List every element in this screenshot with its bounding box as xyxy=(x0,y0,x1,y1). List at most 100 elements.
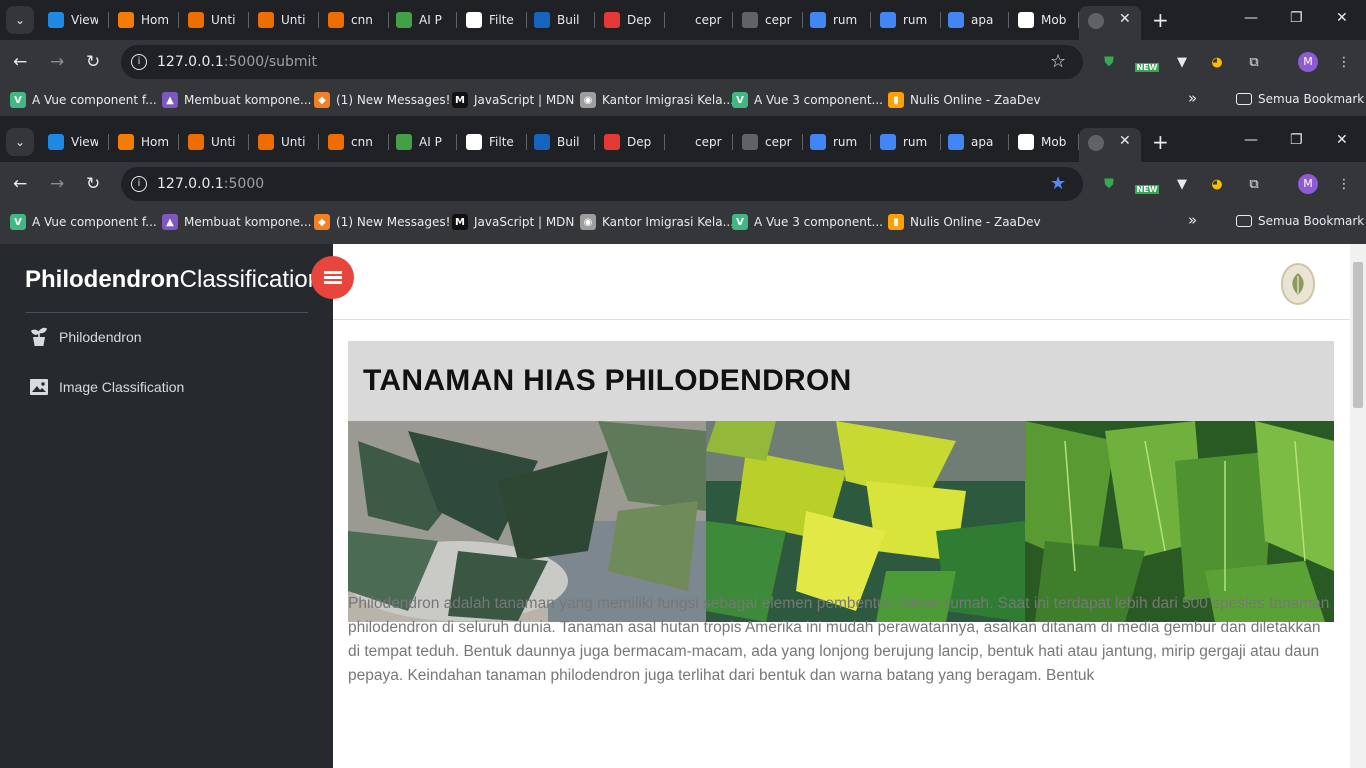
bookmark-item[interactable]: ▮ Nulis Online - ZaaDev xyxy=(888,214,1041,230)
bookmark-item[interactable]: V A Vue 3 component... xyxy=(732,214,883,230)
tab-item[interactable]: View xyxy=(48,8,98,32)
tab-item[interactable]: cnn xyxy=(328,130,378,154)
back-icon[interactable]: ← xyxy=(13,174,27,194)
restore-button[interactable]: ❐ xyxy=(1290,132,1303,148)
bookmark-item[interactable]: ◆ (1) New Messages! xyxy=(314,92,450,108)
bookmarks-overflow-button[interactable]: » xyxy=(1188,211,1197,229)
tab-item[interactable]: AI P xyxy=(396,130,446,154)
tab-item[interactable]: rum xyxy=(810,8,860,32)
tab-search-button[interactable]: ⌄ xyxy=(6,6,34,34)
reload-icon[interactable]: ↻ xyxy=(86,174,100,194)
bookmark-item[interactable]: M JavaScript | MDN xyxy=(452,92,574,108)
bookmark-item[interactable]: M JavaScript | MDN xyxy=(452,214,574,230)
tab-favicon-icon xyxy=(466,12,482,28)
bookmarks-overflow-button[interactable]: » xyxy=(1188,89,1197,107)
brand-title[interactable]: PhilodendronClassification xyxy=(25,266,321,294)
bookmark-star-icon[interactable]: ☆ xyxy=(1050,51,1066,72)
tab-item[interactable]: Unti xyxy=(258,130,308,154)
close-window-button[interactable]: ✕ xyxy=(1336,10,1348,26)
close-icon[interactable]: ✕ xyxy=(1119,133,1131,149)
bookmarks-folder[interactable]: Semua Bookmark xyxy=(1236,92,1364,106)
minimize-button[interactable]: — xyxy=(1244,10,1258,26)
forward-icon[interactable]: → xyxy=(50,52,64,72)
color-extension-icon[interactable]: ◕ xyxy=(1208,175,1226,193)
color-extension-icon[interactable]: ◕ xyxy=(1208,53,1226,71)
tab-item[interactable]: cepr xyxy=(672,130,722,154)
tab-item[interactable]: apa xyxy=(948,8,998,32)
shield-extension-icon[interactable]: ⛊ xyxy=(1100,175,1118,193)
tab-item[interactable]: rum xyxy=(880,8,930,32)
tab-item[interactable]: apa xyxy=(948,130,998,154)
profile-avatar[interactable]: M xyxy=(1298,174,1318,194)
tab-item[interactable]: rum xyxy=(880,130,930,154)
tab-search-button[interactable]: ⌄ xyxy=(6,128,34,156)
tab-item[interactable]: Dep xyxy=(604,8,654,32)
tab-separator xyxy=(108,134,109,150)
close-icon[interactable]: ✕ xyxy=(1119,11,1131,27)
tab-item[interactable]: Mob xyxy=(1018,8,1068,32)
tab-item[interactable]: Unti xyxy=(188,8,238,32)
sidebar-toggle-button[interactable] xyxy=(311,256,354,299)
forward-icon[interactable]: → xyxy=(50,174,64,194)
bookmarks-folder[interactable]: Semua Bookmark xyxy=(1236,214,1364,228)
bookmark-item[interactable]: V A Vue component f... xyxy=(10,214,157,230)
tab-item[interactable]: rum xyxy=(810,130,860,154)
new-extension-icon[interactable]: NEW xyxy=(1134,175,1160,194)
tab-active[interactable]: ✕ xyxy=(1079,128,1141,162)
tab-item[interactable]: Unti xyxy=(188,130,238,154)
tab-item[interactable]: AI P xyxy=(396,8,446,32)
sidebar-item-image-classification[interactable]: Image Classification xyxy=(28,376,184,398)
vuejs-devtools-icon[interactable]: ▼ xyxy=(1173,175,1191,193)
bookmark-item[interactable]: ▲ Membuat kompone... xyxy=(162,92,311,108)
new-tab-button[interactable]: + xyxy=(1152,8,1169,32)
back-icon[interactable]: ← xyxy=(13,52,27,72)
new-extension-icon[interactable]: NEW xyxy=(1134,53,1160,72)
tab-item[interactable]: cnn xyxy=(328,8,378,32)
bookmark-item[interactable]: V A Vue component f... xyxy=(10,92,157,108)
sidebar-item-label: Philodendron xyxy=(59,329,142,345)
tab-item[interactable]: Buil xyxy=(534,130,584,154)
profile-avatar[interactable]: M xyxy=(1298,52,1318,72)
minimize-button[interactable]: — xyxy=(1244,132,1258,148)
scrollbar-thumb[interactable] xyxy=(1353,262,1363,408)
extensions-puzzle-icon[interactable]: ⧉ xyxy=(1245,175,1263,193)
tab-item[interactable]: Hom xyxy=(118,130,168,154)
bookmark-item[interactable]: ◉ Kantor Imigrasi Kela... xyxy=(580,214,734,230)
leaf-logo-icon[interactable] xyxy=(1281,263,1315,305)
extensions-puzzle-icon[interactable]: ⧉ xyxy=(1245,53,1263,71)
tab-item[interactable]: Filte xyxy=(466,130,516,154)
shield-extension-icon[interactable]: ⛊ xyxy=(1100,53,1118,71)
tab-item[interactable]: Unti xyxy=(258,8,308,32)
tab-item[interactable]: View xyxy=(48,130,98,154)
page-scrollbar[interactable] xyxy=(1350,244,1366,768)
site-info-icon[interactable]: i xyxy=(131,176,147,192)
close-window-button[interactable]: ✕ xyxy=(1336,132,1348,148)
new-tab-button[interactable]: + xyxy=(1152,130,1169,154)
tab-item[interactable]: Dep xyxy=(604,130,654,154)
bookmark-label: Membuat kompone... xyxy=(184,93,312,107)
bookmark-item[interactable]: ◆ (1) New Messages! xyxy=(314,214,450,230)
address-bar[interactable]: i 127.0.0.1:5000/submit ☆ xyxy=(121,45,1083,79)
tab-item[interactable]: cepr xyxy=(742,8,792,32)
tab-favicon-icon xyxy=(48,12,64,28)
tab-item[interactable]: Buil xyxy=(534,8,584,32)
sidebar-item-philodendron[interactable]: Philodendron xyxy=(28,326,142,348)
tab-item[interactable]: cepr xyxy=(742,130,792,154)
tab-item[interactable]: Hom xyxy=(118,8,168,32)
site-info-icon[interactable]: i xyxy=(131,54,147,70)
tab-item[interactable]: Mob xyxy=(1018,130,1068,154)
bookmark-item[interactable]: ◉ Kantor Imigrasi Kela... xyxy=(580,92,734,108)
bookmark-item[interactable]: ▲ Membuat kompone... xyxy=(162,214,311,230)
vuejs-devtools-icon[interactable]: ▼ xyxy=(1173,53,1191,71)
bookmark-item[interactable]: ▮ Nulis Online - ZaaDev xyxy=(888,92,1041,108)
bookmark-star-icon[interactable]: ★ xyxy=(1050,173,1066,194)
bookmark-item[interactable]: V A Vue 3 component... xyxy=(732,92,883,108)
reload-icon[interactable]: ↻ xyxy=(86,52,100,72)
tab-item[interactable]: cepr xyxy=(672,8,722,32)
address-bar[interactable]: i 127.0.0.1:5000 ★ xyxy=(121,167,1083,201)
menu-kebab-icon[interactable]: ⋮ xyxy=(1335,175,1353,193)
tab-active[interactable]: ✕ xyxy=(1079,6,1141,40)
restore-button[interactable]: ❐ xyxy=(1290,10,1303,26)
tab-item[interactable]: Filte xyxy=(466,8,516,32)
menu-kebab-icon[interactable]: ⋮ xyxy=(1335,53,1353,71)
